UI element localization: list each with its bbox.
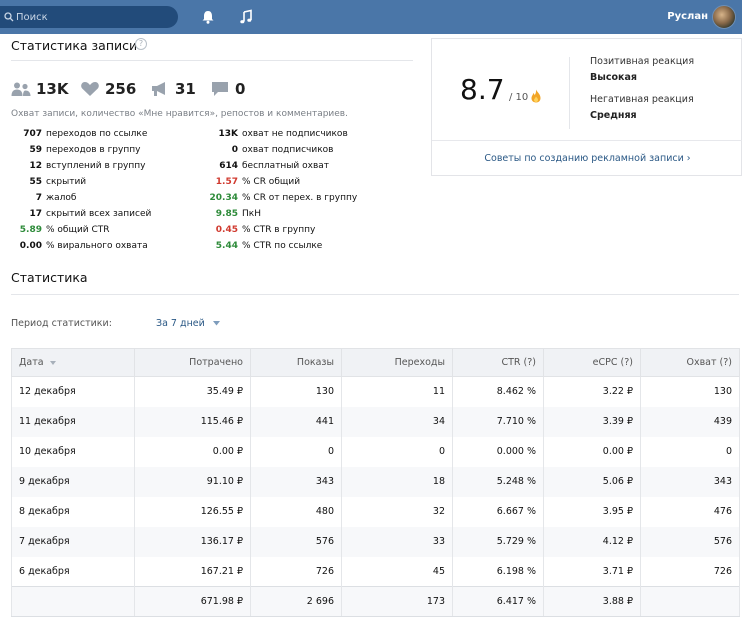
divider — [569, 57, 570, 129]
stat-row: 12 вступлений в группу — [29, 161, 146, 171]
stat-row: 0.00% вирального охвата — [19, 241, 148, 251]
col-date[interactable]: Дата — [11, 348, 135, 377]
metric-comments: 0 — [210, 80, 245, 98]
stat-row: 17 скрытий всех записей — [29, 209, 152, 219]
top-bar: Руслан — [0, 0, 742, 34]
negative-reaction-value: Средняя — [590, 110, 637, 121]
metric-likes: 256 — [80, 80, 136, 98]
col-clicks[interactable]: Переходы — [341, 348, 453, 377]
table-row: 8 декабря 126.55 ₽480 32 6.667 % 3.95 ₽476 — [11, 496, 740, 527]
user-name[interactable]: Руслан — [667, 11, 708, 22]
stat-row: 20.34% CR от перех. в группу — [209, 193, 358, 203]
music-icon[interactable] — [238, 9, 254, 25]
fire-icon — [531, 89, 541, 103]
avatar[interactable] — [712, 5, 736, 29]
table-row: 10 декабря 0.00 ₽0 0 0.000 % 0.00 ₽0 — [11, 436, 740, 467]
table-total-row: 671.98 ₽2 696 173 6.417 % 3.88 ₽ — [11, 586, 740, 617]
col-reach[interactable]: Охват (?) — [640, 348, 740, 377]
stat-row: 707 переходов по ссылке — [23, 129, 148, 139]
users-icon — [11, 82, 31, 96]
reach-note: Охват записи, количество «Мне нравится»,… — [11, 109, 348, 119]
divider — [432, 140, 742, 141]
stat-row: 1.57% CR общий — [215, 177, 301, 187]
period-label: Период статистики: — [11, 318, 112, 329]
heart-icon — [81, 82, 99, 96]
col-ecpc[interactable]: eCPC (?) — [543, 348, 641, 377]
stat-row: 614 бесплатный охват — [219, 161, 330, 171]
positive-reaction-label: Позитивная реакция — [590, 56, 695, 67]
chevron-down-icon — [212, 321, 220, 326]
bell-icon[interactable] — [200, 9, 216, 25]
rating-card: 8.7 / 10 Позитивная реакция Высокая Нега… — [431, 38, 742, 176]
metric-value: 31 — [175, 80, 196, 98]
stat-row: 5.44% CTR по ссылке — [215, 241, 323, 251]
stat-row: 55 скрытий — [29, 177, 87, 187]
post-stats-title: Статистика записи — [11, 38, 138, 53]
table-row: 7 декабря 136.17 ₽576 33 5.729 % 4.12 ₽576 — [11, 526, 740, 557]
stat-row: 0 охват подписчиков — [231, 145, 334, 155]
stat-row: 0.45% CTR в группу — [215, 225, 316, 235]
stat-row: 9.85 ПкН — [215, 209, 261, 219]
help-icon[interactable]: ? — [135, 38, 147, 50]
advice-link[interactable]: Советы по созданию рекламной записи › — [432, 153, 742, 164]
col-impressions[interactable]: Показы — [250, 348, 342, 377]
stat-row: 5.89% общий CTR — [19, 225, 110, 235]
statistics-table: Дата Потрачено Показы Переходы CTR (?) e… — [11, 348, 740, 617]
comment-icon — [212, 82, 228, 96]
search-box[interactable] — [0, 6, 178, 28]
positive-reaction-value: Высокая — [590, 72, 637, 83]
divider — [11, 60, 413, 61]
divider — [11, 294, 739, 295]
search-icon — [4, 12, 14, 22]
period-value: За 7 дней — [156, 318, 205, 329]
table-row: 9 декабря 91.10 ₽343 18 5.248 % 5.06 ₽343 — [11, 466, 740, 497]
metric-value: 0 — [235, 80, 246, 98]
metric-reach: 13K — [11, 80, 69, 98]
metric-value: 256 — [105, 80, 137, 98]
search-input[interactable] — [16, 9, 166, 25]
score-value: 8.7 — [460, 73, 505, 106]
sort-down-icon — [49, 360, 56, 365]
table-row: 11 декабря 115.46 ₽441 34 7.710 % 3.39 ₽439 — [11, 406, 740, 437]
megaphone-icon — [152, 82, 165, 96]
table-header-row: Дата Потрачено Показы Переходы CTR (?) e… — [11, 348, 740, 377]
stat-row: 13K охват не подписчиков — [218, 129, 348, 139]
period-dropdown[interactable]: За 7 дней — [156, 318, 220, 329]
stat-row: 59 переходов в группу — [29, 145, 141, 155]
metric-reposts: 31 — [150, 80, 196, 98]
col-ctr[interactable]: CTR (?) — [452, 348, 544, 377]
statistics-title: Статистика — [11, 270, 88, 285]
negative-reaction-label: Негативная реакция — [590, 94, 694, 105]
stat-row: 7 жалоб — [35, 193, 77, 203]
col-spent[interactable]: Потрачено — [134, 348, 251, 377]
score-denominator: / 10 — [509, 92, 529, 103]
table-row: 12 декабря 35.49 ₽130 11 8.462 % 3.22 ₽130 — [11, 376, 740, 407]
metric-value: 13K — [36, 80, 69, 98]
table-row: 6 декабря 167.21 ₽726 45 6.198 % 3.71 ₽726 — [11, 556, 740, 587]
